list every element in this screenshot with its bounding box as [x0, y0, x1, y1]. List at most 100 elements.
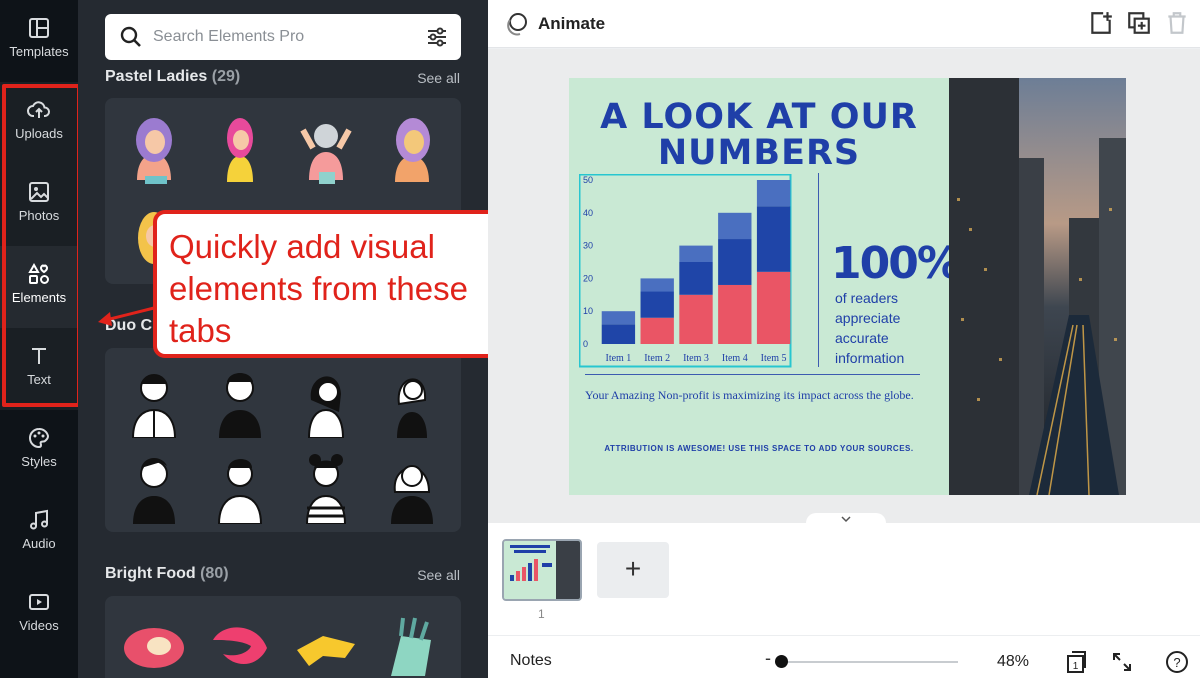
sidebar-item-uploads[interactable]: Uploads: [0, 82, 78, 164]
zoom-slider-thumb[interactable]: [775, 655, 788, 668]
design-title-line1: A LOOK AT OUR: [600, 97, 918, 137]
see-all-link[interactable]: See all: [417, 70, 460, 86]
bar-segment: [679, 294, 713, 344]
pastel-lady-sticker[interactable]: [205, 110, 275, 188]
sidebar-item-label: Uploads: [15, 126, 63, 141]
section-title: Pastel Ladies (29): [105, 68, 241, 85]
page-count-icon[interactable]: 1: [1064, 650, 1088, 674]
bar-segment: [640, 291, 674, 318]
bar-segment: [718, 284, 752, 344]
duo-person-sticker[interactable]: [205, 446, 275, 524]
bar-segment: [756, 180, 791, 207]
add-page-icon[interactable]: [1088, 10, 1114, 36]
sidebar-item-label: Audio: [22, 536, 56, 551]
x-tick-label: Item 4: [722, 353, 748, 364]
divider-horizontal: [585, 374, 920, 375]
sidebar-item-text[interactable]: Text: [0, 328, 78, 410]
search-icon: [120, 26, 141, 47]
notes-button[interactable]: Notes: [510, 652, 552, 670]
see-all-link[interactable]: See all: [417, 567, 460, 583]
food-sticker[interactable]: [119, 610, 189, 678]
duo-person-sticker[interactable]: [291, 360, 361, 438]
page-count-label: 1: [1073, 661, 1079, 672]
bar-chart[interactable]: 0 10 20 30 40 50 Item 1 Item 2 Item 3 Item 4 Item …: [579, 174, 799, 368]
fullscreen-icon[interactable]: [1110, 650, 1134, 674]
sidebar-item-label: Styles: [21, 454, 57, 469]
templates-icon: [29, 18, 49, 38]
callout-box: Quickly add visual elements from these t…: [153, 210, 502, 358]
food-sticker[interactable]: [205, 610, 275, 678]
sidebar-item-audio[interactable]: Audio: [0, 492, 78, 574]
filter-icon[interactable]: [425, 25, 449, 49]
bar-segment: [601, 311, 636, 325]
section-title: Bright Food (80): [105, 565, 229, 582]
design-page[interactable]: A LOOK AT OUR NUMBERS 0 10 20 30 40 50 Item 1 I…: [569, 78, 1126, 495]
search-bar: [105, 14, 461, 60]
pastel-lady-sticker[interactable]: [377, 110, 447, 188]
palette-icon: [29, 427, 50, 449]
search-input[interactable]: [153, 14, 413, 60]
pastel-lady-sticker[interactable]: [119, 110, 189, 188]
y-tick-label: 40: [583, 208, 593, 218]
duo-person-sticker[interactable]: [205, 360, 275, 438]
x-tick-label: Item 2: [644, 353, 670, 364]
zoom-level[interactable]: 48%: [997, 653, 1029, 671]
attribution-text: ATTRIBUTION IS AWESOME! USE THIS SPACE T…: [604, 444, 914, 453]
photos-icon: [29, 182, 49, 202]
bar-segment: [756, 271, 791, 344]
sidebar-item-label: Text: [27, 372, 51, 387]
duo-grid: [105, 348, 461, 532]
x-tick-label: Item 1: [605, 353, 631, 364]
duo-person-sticker[interactable]: [377, 360, 447, 438]
help-icon[interactable]: ?: [1165, 650, 1189, 674]
bar-segment: [756, 206, 791, 272]
music-icon: [30, 509, 48, 530]
x-tick-label: Item 3: [683, 353, 709, 364]
sidebar-item-label: Templates: [9, 44, 69, 59]
bar-segment: [640, 278, 674, 292]
duo-person-sticker[interactable]: [119, 446, 189, 524]
design-title-line2: NUMBERS: [657, 133, 861, 173]
text-icon: [32, 348, 46, 364]
upload-icon: [27, 101, 50, 118]
stat-text: of readers appreciate accurate informati…: [835, 290, 905, 366]
food-sticker[interactable]: [377, 606, 447, 678]
page-number: 1: [538, 607, 545, 621]
duplicate-page-icon[interactable]: [1126, 10, 1152, 36]
stat-value: 100%: [831, 238, 961, 289]
zoom-out-button[interactable]: -: [765, 648, 771, 669]
bar-segment: [601, 324, 636, 344]
callout-text: Quickly add visual elements from these t…: [169, 228, 468, 349]
sidebar-item-templates[interactable]: Templates: [0, 0, 78, 82]
page-thumbnail-preview: [504, 541, 580, 599]
tagline: Your Amazing Non-profit is maximizing it…: [585, 388, 914, 402]
zoom-slider-track[interactable]: [780, 661, 958, 663]
bar-segment: [718, 239, 752, 285]
bar-segment: [679, 262, 713, 295]
y-tick-label: 30: [583, 241, 593, 251]
callout-arrow: [98, 306, 155, 326]
food-sticker[interactable]: [291, 610, 361, 678]
sidebar-item-videos[interactable]: Videos: [0, 574, 78, 656]
sidebar-item-photos[interactable]: Photos: [0, 164, 78, 246]
trash-icon[interactable]: [1164, 10, 1190, 36]
duo-person-sticker[interactable]: [119, 360, 189, 438]
y-tick-label: 10: [583, 306, 593, 316]
page-thumbnail[interactable]: [502, 539, 582, 601]
bar-segment: [640, 317, 674, 344]
top-toolbar: Animate: [488, 0, 1200, 48]
bar-segment: [718, 212, 752, 240]
sidebar-item-label: Photos: [18, 208, 60, 223]
animate-label: Animate: [538, 14, 606, 33]
sidebar-item-styles[interactable]: Styles: [0, 410, 78, 492]
animate-button[interactable]: Animate: [504, 12, 605, 36]
design-left-panel: A LOOK AT OUR NUMBERS 0 10 20 30 40 50 Item 1 I…: [569, 78, 961, 495]
sidebar-item-elements[interactable]: Elements: [0, 246, 78, 328]
duo-person-sticker[interactable]: [291, 446, 361, 524]
help-label: ?: [1173, 655, 1180, 670]
duo-person-sticker[interactable]: [377, 446, 447, 524]
pastel-lady-sticker[interactable]: [291, 110, 361, 188]
add-page-button[interactable]: +: [597, 542, 669, 598]
animate-icon: [507, 13, 527, 36]
bar-segment: [679, 245, 713, 262]
